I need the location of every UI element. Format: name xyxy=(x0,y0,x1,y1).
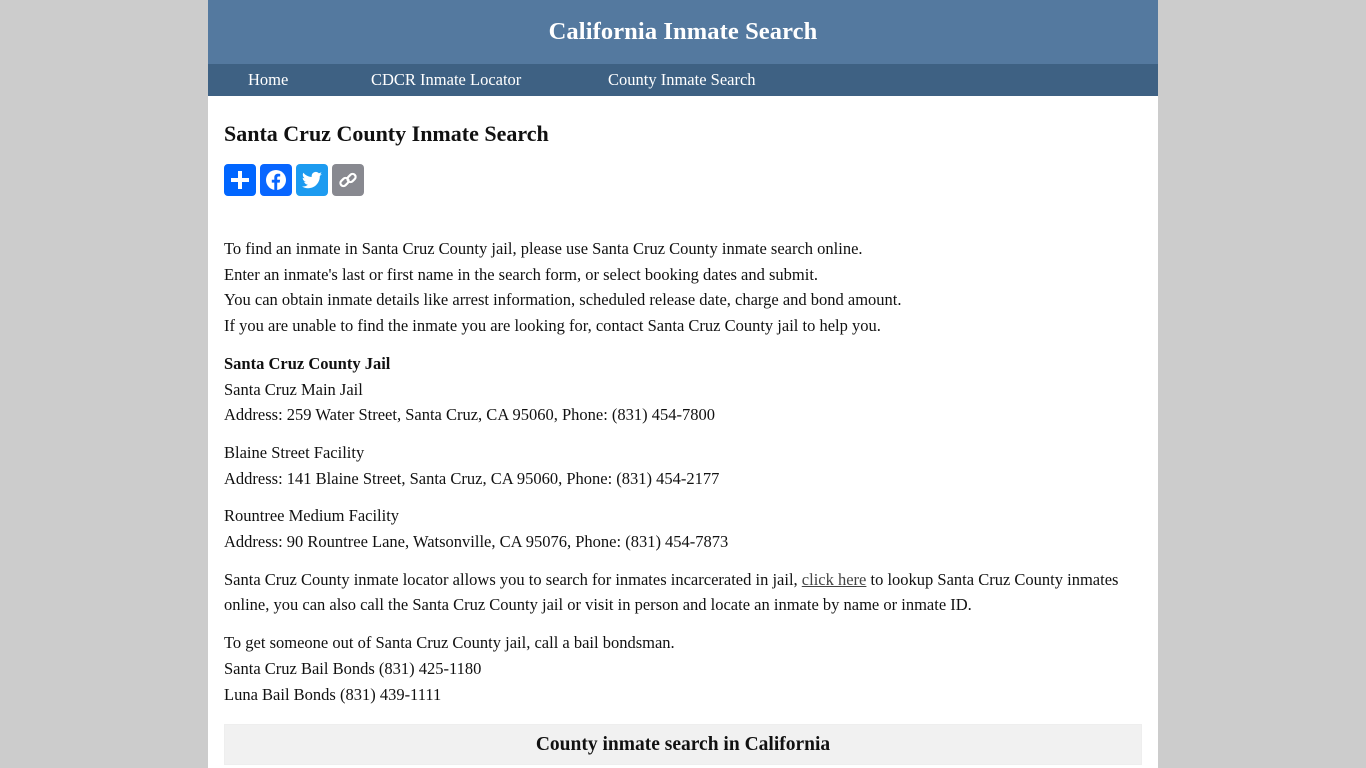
facility-rountree: Rountree Medium Facility Address: 90 Rou… xyxy=(224,503,1142,554)
bail-intro: To get someone out of Santa Cruz County … xyxy=(224,633,675,653)
bail-paragraph: To get someone out of Santa Cruz County … xyxy=(224,630,1142,707)
site-header: California Inmate Search xyxy=(208,0,1158,64)
facility-address: Address: 141 Blaine Street, Santa Cruz, … xyxy=(224,468,720,488)
jail-heading: Santa Cruz County Jail xyxy=(224,353,391,373)
main-nav: Home CDCR Inmate Locator County Inmate S… xyxy=(208,64,1158,96)
bail-bondsman: Santa Cruz Bail Bonds (831) 425-1180 xyxy=(224,658,482,678)
main-content: Santa Cruz County Inmate Search To find … xyxy=(208,120,1158,766)
share-button[interactable] xyxy=(224,164,256,196)
share-plus-icon xyxy=(231,171,249,189)
nav-item-county-inmate-search[interactable]: County Inmate Search xyxy=(608,64,756,96)
facility-name: Rountree Medium Facility xyxy=(224,506,400,526)
locator-paragraph: Santa Cruz County inmate locator allows … xyxy=(224,567,1142,618)
facility-blaine-street: Blaine Street Facility Address: 141 Blai… xyxy=(224,440,1142,491)
nav-item-cdcr-inmate-locator[interactable]: CDCR Inmate Locator xyxy=(371,64,521,96)
intro-line: You can obtain inmate details like arres… xyxy=(224,290,902,310)
bail-bondsman: Luna Bail Bonds (831) 439-1111 xyxy=(224,684,442,704)
locator-text: Santa Cruz County inmate locator allows … xyxy=(224,567,1142,618)
intro-paragraph: To find an inmate in Santa Cruz County j… xyxy=(224,236,1142,339)
click-here-link[interactable]: click here xyxy=(802,570,867,589)
facility-name: Santa Cruz Main Jail xyxy=(224,379,363,399)
intro-line: Enter an inmate's last or first name in … xyxy=(224,264,819,284)
facebook-icon xyxy=(266,170,286,190)
facility-name: Blaine Street Facility xyxy=(224,442,365,462)
facility-address: Address: 90 Rountree Lane, Watsonville, … xyxy=(224,532,729,552)
page-container: California Inmate Search Home CDCR Inmat… xyxy=(208,0,1158,768)
intro-line: To find an inmate in Santa Cruz County j… xyxy=(224,239,863,258)
facility-address: Address: 259 Water Street, Santa Cruz, C… xyxy=(224,405,716,425)
nav-item-home[interactable]: Home xyxy=(248,64,288,96)
copy-link-icon xyxy=(339,172,357,188)
facebook-share-button[interactable] xyxy=(260,164,292,196)
copy-link-button[interactable] xyxy=(332,164,364,196)
share-buttons xyxy=(224,164,1142,196)
county-section-header: County inmate search in California xyxy=(224,724,1142,766)
twitter-share-button[interactable] xyxy=(296,164,328,196)
locator-text-before: Santa Cruz County inmate locator allows … xyxy=(224,569,802,589)
intro-line: If you are unable to find the inmate you… xyxy=(224,316,881,336)
facility-main-jail: Santa Cruz County Jail Santa Cruz Main J… xyxy=(224,351,1142,428)
county-section-title: County inmate search in California xyxy=(535,733,831,755)
page-title: Santa Cruz County Inmate Search xyxy=(224,121,549,146)
site-title[interactable]: California Inmate Search xyxy=(549,18,818,46)
twitter-icon xyxy=(301,171,322,189)
